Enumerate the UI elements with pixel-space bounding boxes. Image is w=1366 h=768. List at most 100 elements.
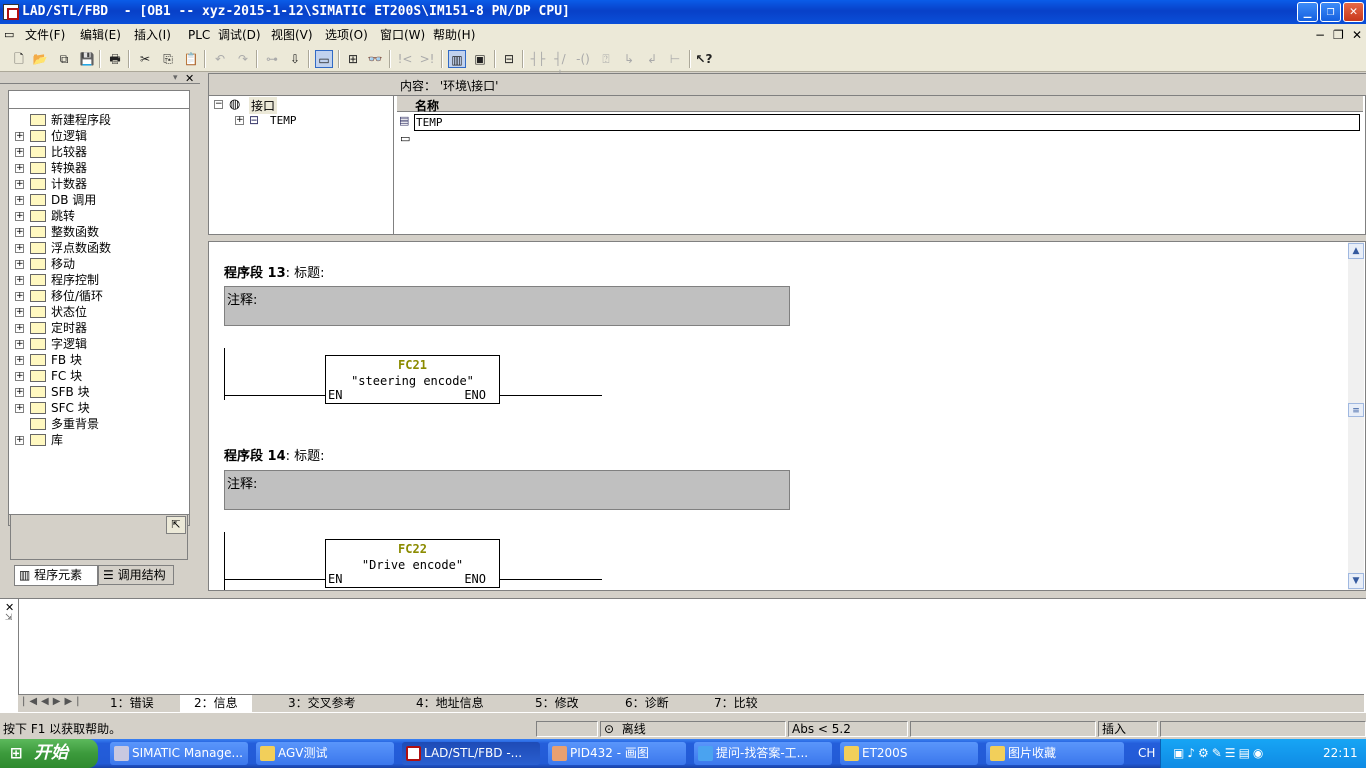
expand-icon[interactable]: + — [15, 372, 24, 381]
menu-edit[interactable]: 编辑(E) — [80, 24, 121, 46]
tab-nav-icon[interactable]: |◀◀▶▶| — [22, 696, 84, 707]
tree-item[interactable]: + 库 — [9, 432, 189, 448]
copy-icon[interactable]: ⎘ — [159, 50, 177, 68]
coil-icon[interactable]: -() — [574, 50, 592, 68]
tree-item[interactable]: + DB 调用 — [9, 192, 189, 208]
mdi-restore-button[interactable]: ❐ — [1333, 24, 1344, 46]
interface-row-temp[interactable]: TEMP — [414, 114, 1360, 131]
minimize-button[interactable]: _ — [1297, 2, 1318, 22]
editor-scrollbar[interactable]: ▲ ≡ ▼ — [1348, 242, 1364, 590]
output-pin-icon[interactable]: ⇲ — [5, 613, 13, 623]
expand-icon[interactable]: + — [15, 292, 24, 301]
expand-icon[interactable]: + — [15, 324, 24, 333]
expand-icon[interactable]: + — [15, 260, 24, 269]
clock[interactable]: 22:11 — [1323, 739, 1358, 768]
tree-item[interactable]: + 位逻辑 — [9, 128, 189, 144]
save-icon[interactable]: 💾 — [78, 50, 96, 68]
expand-icon[interactable]: + — [15, 228, 24, 237]
scroll-up-icon[interactable]: ▲ — [1348, 243, 1364, 259]
mdi-doc-icon[interactable]: ▭ — [4, 24, 14, 46]
tab-program-elements[interactable]: ▥ 程序元素 — [14, 565, 98, 586]
menu-window[interactable]: 窗口(W) — [380, 24, 425, 46]
ladder-editor[interactable]: 程序段 13: 标题: 注释: FC21 "steering encode" E… — [208, 241, 1366, 591]
tree-item[interactable]: + 字逻辑 — [9, 336, 189, 352]
expand-icon[interactable]: + — [15, 404, 24, 413]
expand-icon[interactable]: + — [15, 340, 24, 349]
pane-grip[interactable] — [0, 74, 200, 84]
close-button[interactable]: ✕ — [1343, 2, 1364, 22]
paste-icon[interactable]: 📋 — [182, 50, 200, 68]
tree-item[interactable]: + 比较器 — [9, 144, 189, 160]
redo-icon[interactable]: ↷ — [234, 50, 252, 68]
tree-item[interactable]: + 跳转 — [9, 208, 189, 224]
menu-debug[interactable]: 调试(D) — [218, 24, 261, 46]
expand-icon[interactable]: + — [15, 212, 24, 221]
close-branch-icon[interactable]: ↲ — [643, 50, 661, 68]
task-et200s[interactable]: ET200S — [840, 742, 978, 765]
tree-item[interactable]: + 转换器 — [9, 160, 189, 176]
first-network-icon[interactable]: !< — [396, 50, 414, 68]
language-indicator[interactable]: CH — [1138, 739, 1155, 768]
open-branch-icon[interactable]: ↳ — [620, 50, 638, 68]
expand-icon[interactable]: + — [15, 436, 24, 445]
cut-icon[interactable]: ✂ — [136, 50, 154, 68]
network-13-title[interactable]: 程序段 13: 标题: — [224, 262, 325, 281]
menu-file[interactable]: 文件(F) — [25, 24, 65, 46]
open-icon[interactable]: 📂 — [31, 50, 49, 68]
mdi-close-button[interactable]: ✕ — [1352, 24, 1362, 46]
details-icon[interactable]: ▣ — [471, 50, 489, 68]
pin-icon[interactable]: ⇱ — [166, 516, 186, 534]
tab-compare[interactable]: 7：比较 — [700, 695, 772, 712]
download-icon[interactable]: ⇩ — [286, 50, 304, 68]
tree-item[interactable]: + 程序控制 — [9, 272, 189, 288]
next-network-icon[interactable]: >! — [418, 50, 436, 68]
tree-item[interactable]: + FC 块 — [9, 368, 189, 384]
scroll-thumb[interactable]: ≡ — [1348, 403, 1364, 417]
start-button[interactable]: ⊞ 开始 — [0, 739, 98, 768]
expand-icon[interactable]: + — [15, 244, 24, 253]
task-lad-stl-fbd[interactable]: LAD/STL/FBD -... — [402, 742, 540, 765]
network-14-comment[interactable]: 注释: — [224, 470, 790, 510]
restore-button[interactable]: ❐ — [1320, 2, 1341, 22]
expand-icon[interactable]: + — [15, 132, 24, 141]
network-insert-icon[interactable]: ⊞ — [344, 50, 362, 68]
temp-expand-icon[interactable]: + — [235, 116, 244, 125]
expand-icon[interactable]: + — [15, 196, 24, 205]
task-picture-collection[interactable]: 图片收藏 — [986, 742, 1124, 765]
tray-icons[interactable]: ▣♪⚙✎☰▤◉ — [1173, 739, 1266, 768]
expand-icon[interactable]: + — [15, 308, 24, 317]
no-contact-icon[interactable]: ┤├ — [529, 50, 547, 68]
new-icon[interactable]: 🗋 — [10, 50, 28, 68]
expand-icon[interactable]: + — [15, 180, 24, 189]
empty-box-icon[interactable]: ⍰ — [597, 50, 615, 68]
menu-help[interactable]: 帮助(H) — [433, 24, 475, 46]
expand-icon[interactable]: + — [15, 276, 24, 285]
expand-icon[interactable]: + — [15, 356, 24, 365]
tab-diagnostics[interactable]: 6：诊断 — [611, 695, 683, 712]
pane-dropdown-icon[interactable]: ▾ — [173, 73, 178, 83]
undo-icon[interactable]: ↶ — [211, 50, 229, 68]
tree-item[interactable]: + 移位/循环 — [9, 288, 189, 304]
task-simatic-manager[interactable]: SIMATIC Manage... — [110, 742, 248, 765]
mdi-minimize-button[interactable]: − — [1315, 24, 1325, 46]
task-ie-browser[interactable]: 提问-找答案-工... — [694, 742, 832, 765]
fc21-block[interactable]: FC21 "steering encode" EN ENO — [325, 355, 500, 404]
network-14-title[interactable]: 程序段 14: 标题: — [224, 445, 325, 464]
tree-item[interactable]: + 移动 — [9, 256, 189, 272]
tree-item[interactable]: + FB 块 — [9, 352, 189, 368]
tree-item[interactable]: + SFB 块 — [9, 384, 189, 400]
program-elements-icon[interactable]: ▥ — [448, 50, 466, 68]
expand-icon[interactable]: + — [15, 388, 24, 397]
task-agv-test[interactable]: AGV测试 — [256, 742, 394, 765]
interface-root-label[interactable]: 接口 — [249, 97, 278, 114]
accessible-nodes-icon[interactable]: ⧉ — [55, 50, 73, 68]
tab-errors[interactable]: 1：错误 — [96, 695, 168, 712]
help-pointer-icon[interactable]: ↖? — [695, 50, 713, 68]
menu-insert[interactable]: 插入(I) — [134, 24, 171, 46]
menu-options[interactable]: 选项(O) — [325, 24, 368, 46]
overview-icon[interactable]: ▭ — [315, 50, 333, 68]
tab-modify[interactable]: 5：修改 — [521, 695, 593, 712]
tree-item[interactable]: + 状态位 — [9, 304, 189, 320]
menu-plc[interactable]: PLC — [188, 24, 210, 46]
temp-node-label[interactable]: TEMP — [270, 114, 297, 127]
